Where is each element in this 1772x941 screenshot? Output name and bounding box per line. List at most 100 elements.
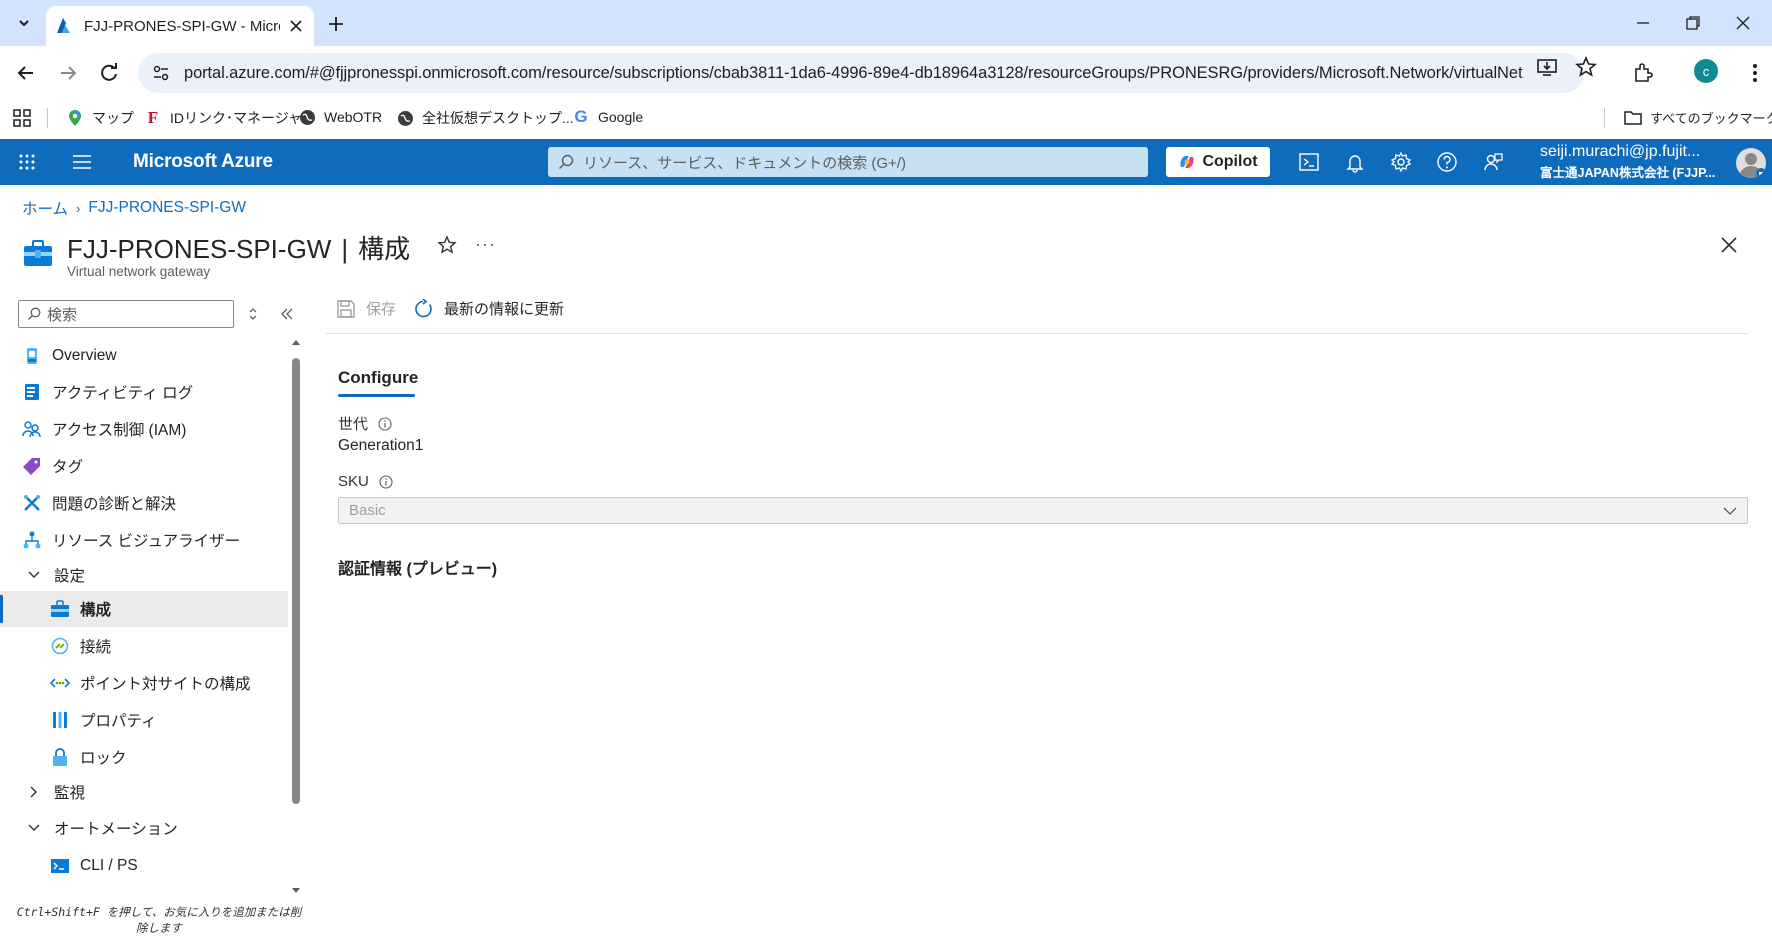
chevron-down-icon [24, 565, 44, 585]
new-tab-icon[interactable] [324, 12, 348, 36]
tab-configure[interactable]: Configure [338, 368, 418, 388]
breadcrumb-resource[interactable]: FJJ-PRONES-SPI-GW [88, 199, 246, 217]
nav-item-locks[interactable]: ロック [0, 739, 288, 775]
global-search-input[interactable]: リソース、サービス、ドキュメントの検索 (G+/) [548, 147, 1148, 177]
extensions-icon[interactable] [1632, 62, 1654, 84]
tab-search-button[interactable] [10, 9, 38, 37]
nav-group-monitoring[interactable]: 監視 [0, 774, 288, 810]
nav-item-label: プロパティ [80, 713, 157, 730]
maps-pin-icon [66, 109, 84, 127]
nav-item-label: Overview [52, 347, 117, 364]
save-button[interactable]: 保存 [336, 298, 396, 319]
nav-item-label: CLI / PS [80, 857, 138, 874]
refresh-icon [415, 298, 432, 317]
nav-item-label: アクセス制御 (IAM) [52, 422, 187, 439]
folder-icon [1624, 109, 1642, 127]
refresh-button[interactable]: 最新の情報に更新 [414, 298, 564, 319]
back-arrow-icon[interactable] [13, 60, 39, 86]
apps-grid-icon[interactable] [13, 109, 31, 127]
chevron-down-icon [24, 818, 44, 838]
nav-search-input[interactable]: 検索 [18, 300, 234, 328]
bookmarks-divider [1604, 108, 1605, 128]
nav-item-tags[interactable]: タグ [0, 448, 288, 484]
cli-terminal-icon [50, 856, 70, 876]
bookmark-id-link-manager[interactable]: F IDリンク･マネージャー [144, 108, 316, 128]
bookmark-maps[interactable]: マップ [66, 108, 134, 128]
breadcrumb-home[interactable]: ホーム [22, 197, 68, 219]
sku-dropdown[interactable]: Basic [338, 497, 1748, 524]
account-email: seiji.murachi@jp.fujit... [1540, 143, 1701, 160]
nav-group-automation[interactable]: オートメーション [0, 810, 288, 846]
bookmark-virtual-desktop[interactable]: 全社仮想デスクトップ... [396, 108, 574, 128]
nav-group-label: 監視 [54, 785, 86, 802]
collapse-nav-icon[interactable] [279, 306, 295, 322]
nav-item-point-to-site[interactable]: ポイント対サイトの構成 [0, 665, 288, 701]
sort-icon[interactable] [247, 306, 259, 322]
close-blade-icon[interactable] [1720, 236, 1738, 254]
feedback-icon[interactable] [1482, 151, 1504, 173]
copilot-button[interactable]: Copilot [1166, 147, 1270, 177]
waffle-icon[interactable] [18, 153, 36, 171]
site-settings-icon[interactable] [152, 64, 170, 82]
nav-item-overview[interactable]: Overview [0, 338, 288, 374]
tab-configure-indicator [338, 394, 415, 397]
avatar[interactable] [1736, 148, 1766, 178]
search-icon [28, 307, 41, 320]
bookmark-label: すべてのブックマーク [1650, 111, 1772, 126]
nav-group-label: オートメーション [54, 821, 178, 838]
nav-item-cli-ps[interactable]: CLI / PS [0, 848, 288, 884]
nav-item-connections[interactable]: 接続 [0, 628, 288, 664]
close-window-icon[interactable] [1732, 12, 1754, 34]
wrench-cross-icon [22, 493, 42, 513]
reload-icon[interactable] [96, 60, 122, 86]
scroll-down-icon[interactable] [291, 887, 301, 895]
browser-tab-active[interactable]: FJJ-PRONES-SPI-GW - Microsoft Azure [46, 6, 314, 46]
bookmarks-bar: マップ F IDリンク･マネージャー WebOTR 全社仮想デスクトップ... … [0, 100, 1772, 138]
minimize-icon[interactable] [1632, 12, 1654, 34]
nav-item-iam[interactable]: アクセス制御 (IAM) [0, 411, 288, 447]
hamburger-menu-icon[interactable] [72, 153, 92, 171]
more-actions-button[interactable]: ··· [475, 234, 496, 255]
bookmark-webotr[interactable]: WebOTR [298, 108, 382, 126]
sku-label-text: SKU [338, 473, 369, 490]
bookmark-label: IDリンク･マネージャー [170, 110, 317, 126]
azure-header: Microsoft Azure リソース、サービス、ドキュメントの検索 (G+/… [0, 139, 1772, 185]
nav-search-placeholder: 検索 [47, 306, 78, 324]
nav-group-settings[interactable]: 設定 [0, 557, 288, 593]
bookmark-star-icon[interactable] [1575, 56, 1597, 78]
close-tab-icon[interactable] [288, 18, 304, 34]
address-bar[interactable]: portal.azure.com/#@fjjpronesspi.onmicros… [138, 53, 1584, 93]
people-icon [22, 419, 42, 439]
generation-value: Generation1 [338, 437, 424, 454]
breadcrumb-chevron-icon: › [76, 200, 81, 216]
nav-item-properties[interactable]: プロパティ [0, 702, 288, 738]
install-app-icon[interactable] [1536, 56, 1558, 78]
azure-brand[interactable]: Microsoft Azure [133, 151, 273, 173]
favorite-star-icon[interactable] [437, 235, 457, 255]
info-icon[interactable] [379, 474, 393, 489]
nav-scrollbar-thumb[interactable] [292, 358, 300, 804]
nav-item-label: アクティビティ ログ [52, 385, 194, 402]
nav-item-diagnose[interactable]: 問題の診断と解決 [0, 485, 288, 521]
forward-arrow-icon[interactable] [55, 60, 81, 86]
nav-item-configuration[interactable]: 構成 [0, 591, 288, 627]
search-icon [559, 154, 574, 169]
help-icon[interactable] [1436, 151, 1458, 173]
bell-icon[interactable] [1344, 151, 1366, 173]
info-icon[interactable] [378, 416, 392, 431]
global-search-placeholder: リソース、サービス、ドキュメントの検索 (G+/) [583, 154, 907, 172]
nav-item-activity-log[interactable]: アクティビティ ログ [0, 374, 288, 410]
kebab-menu-icon[interactable] [1744, 62, 1766, 84]
cloud-shell-icon[interactable] [1298, 151, 1320, 173]
nav-item-resource-visualizer[interactable]: リソース ビジュアライザー [0, 522, 288, 558]
chevron-right-icon [24, 782, 44, 802]
profile-avatar[interactable]: c [1694, 59, 1718, 83]
all-bookmarks[interactable]: すべてのブックマーク [1624, 108, 1772, 127]
account-menu[interactable]: seiji.murachi@jp.fujit... 富士通JAPAN株式会社 (… [1540, 143, 1730, 181]
scroll-up-icon[interactable] [291, 338, 301, 346]
restore-icon[interactable] [1682, 12, 1704, 34]
gear-icon[interactable] [1390, 151, 1412, 173]
configuration-icon [50, 599, 70, 619]
nav-group-label: 設定 [54, 568, 86, 585]
bookmark-google[interactable]: G Google [572, 107, 643, 126]
